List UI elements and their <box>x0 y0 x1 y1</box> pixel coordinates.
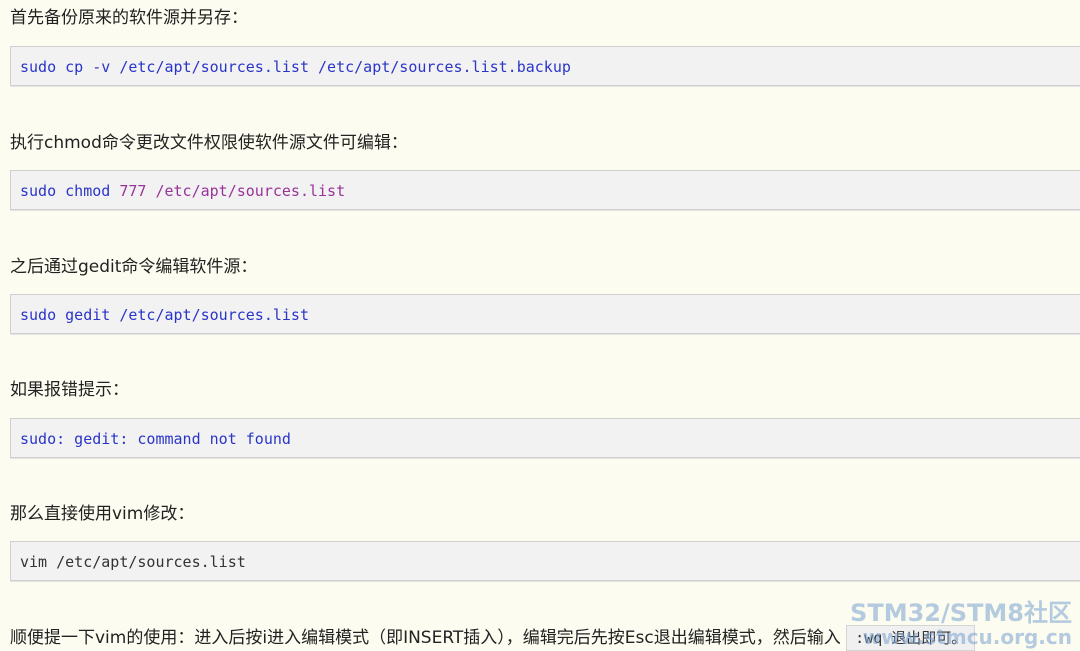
step-5-text: 那么直接使用vim修改： <box>10 504 195 524</box>
step-4-text: 如果报错提示： <box>10 380 129 400</box>
watermark-url: www.stmcu.org.cn <box>862 625 1072 649</box>
code-command: sudo chmod <box>20 182 111 200</box>
code-arguments: /etc/apt/sources.list <box>146 182 346 200</box>
code-block-error[interactable]: sudo: gedit: command not found <box>10 418 1080 458</box>
step-3-text: 之后通过gedit命令编辑软件源： <box>10 257 258 277</box>
step-1-text: 首先备份原来的软件源并另存： <box>10 8 248 28</box>
code-command: sudo cp -v <box>20 58 111 76</box>
code-line: sudo gedit /etc/apt/sources.list <box>20 306 309 324</box>
code-line: sudo chmod 777 /etc/apt/sources.list <box>20 182 345 200</box>
vim-usage-label: 顺便提一下vim的使用：进入后按i进入编辑模式（即INSERT插入），编辑完后先… <box>10 628 841 648</box>
code-block-gedit[interactable]: sudo gedit /etc/apt/sources.list <box>10 294 1080 334</box>
code-number: 777 <box>110 182 147 200</box>
step-2-text: 执行chmod命令更改文件权限使软件源文件可编辑： <box>10 133 408 153</box>
watermark: STM32/STM8社区 www.stmcu.org.cn <box>850 601 1072 647</box>
code-line: vim /etc/apt/sources.list <box>20 553 246 571</box>
code-block-vim[interactable]: vim /etc/apt/sources.list <box>10 541 1080 581</box>
code-arguments: /etc/apt/sources.list /etc/apt/sources.l… <box>110 58 571 76</box>
vim-usage-text: 顺便提一下vim的使用：进入后按i进入编辑模式（即INSERT插入），编辑完后先… <box>10 625 976 651</box>
watermark-title: STM32/STM8社区 <box>850 599 1072 627</box>
code-block-chmod[interactable]: sudo chmod 777 /etc/apt/sources.list <box>10 170 1080 210</box>
code-block-backup[interactable]: sudo cp -v /etc/apt/sources.list /etc/ap… <box>10 46 1080 86</box>
code-line: sudo: gedit: command not found <box>20 430 291 448</box>
code-line: sudo cp -v /etc/apt/sources.list /etc/ap… <box>20 58 571 76</box>
